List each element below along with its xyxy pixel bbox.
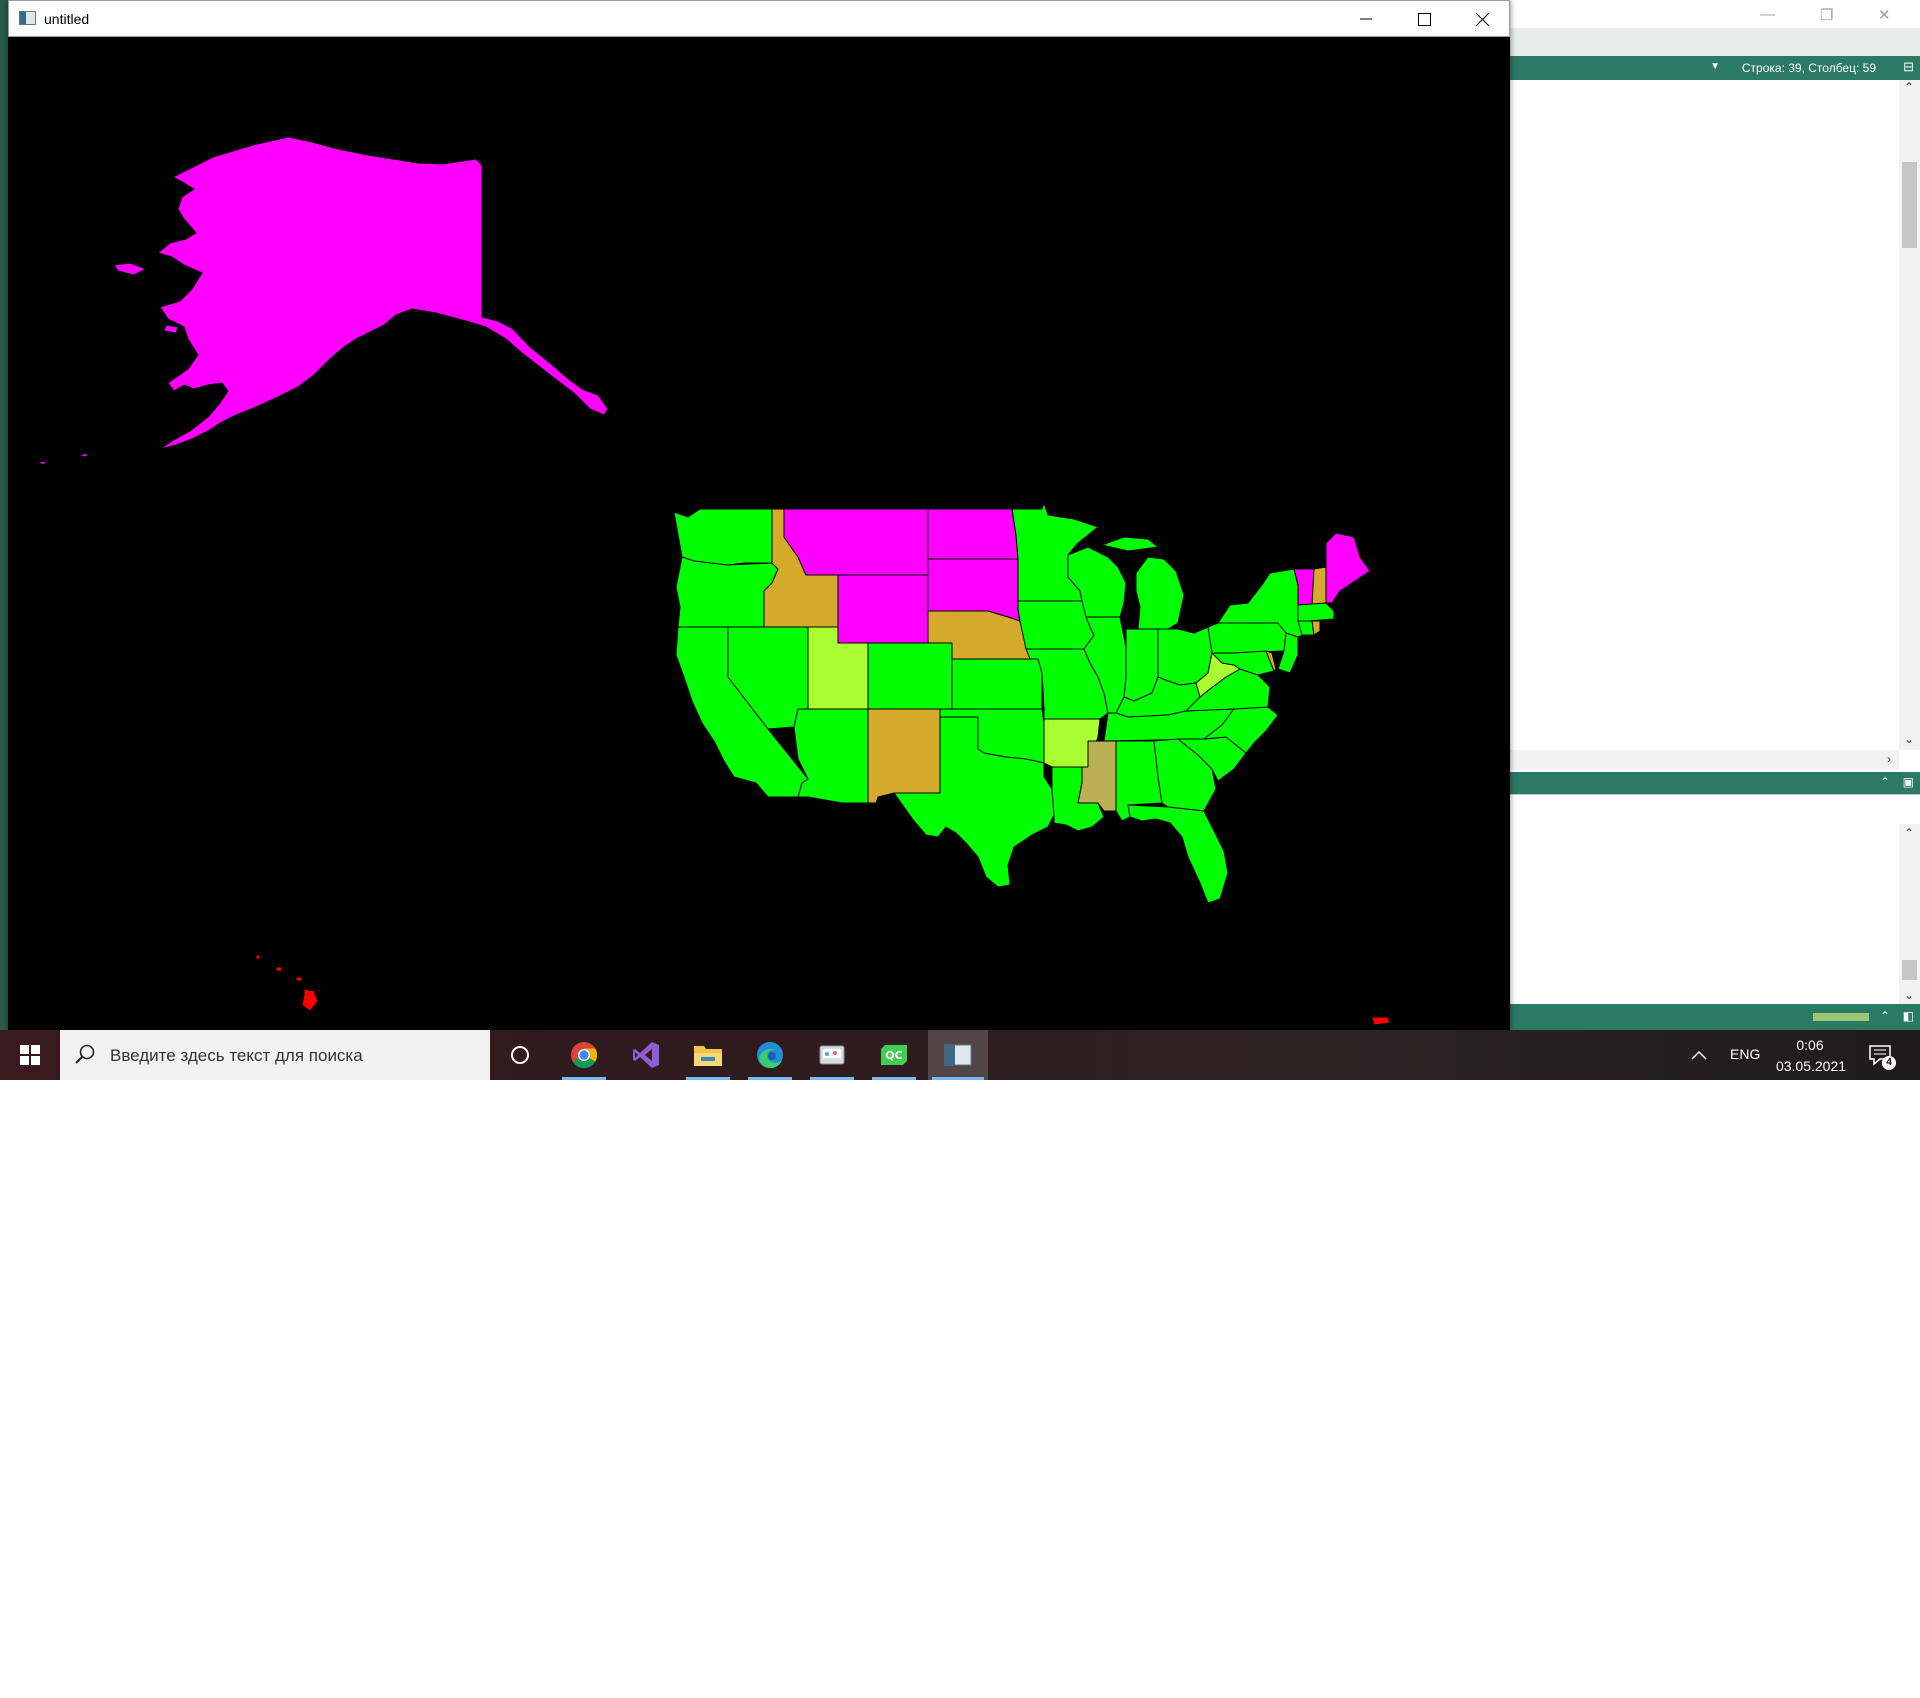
map-window-titlebar[interactable]: untitled — [8, 0, 1510, 37]
clock-date[interactable]: 03.05.2021 — [1772, 1058, 1850, 1074]
file-explorer-icon — [694, 1046, 722, 1066]
show-hidden-icons-icon[interactable] — [1690, 1046, 1708, 1064]
state-arizona[interactable] — [793, 708, 869, 804]
scroll-down-icon[interactable]: ⌄ — [1904, 988, 1914, 1002]
input-language[interactable]: ENG — [1730, 1046, 1760, 1062]
output-scrollbar[interactable]: ⌃ ⌄ — [1899, 824, 1920, 1004]
collapse-icon[interactable]: ⌃ — [1880, 1009, 1890, 1023]
output-panel-bar: ⌃ ▣ — [1510, 772, 1920, 794]
collapse-icon[interactable]: ⌃ — [1880, 775, 1890, 789]
search-icon — [75, 1044, 95, 1064]
editor-close-icon[interactable]: ✕ — [1878, 6, 1891, 24]
state-oregon[interactable] — [675, 556, 779, 628]
start-button[interactable] — [0, 1030, 60, 1080]
editor-status-bar: ▼ Строка: 39, Столбец: 59 ⊟ — [1510, 56, 1920, 80]
scroll-up-icon[interactable]: ⌃ — [1904, 826, 1914, 840]
state-pennsylvania[interactable] — [1207, 622, 1287, 654]
windows-logo-icon — [20, 1045, 40, 1065]
state-massachusetts[interactable] — [1297, 602, 1335, 622]
output-panel — [1510, 794, 1920, 1005]
editor-bottom-bar: ⌃ ◧ — [1510, 1004, 1920, 1030]
clock-time[interactable]: 0:06 — [1780, 1037, 1840, 1053]
notification-count-badge: 4 — [1882, 1056, 1896, 1070]
edge-icon — [757, 1042, 783, 1069]
search-placeholder: Введите здесь текст для поиска — [110, 1046, 363, 1065]
maximize-icon — [1417, 12, 1431, 26]
close-button[interactable] — [1453, 1, 1511, 37]
running-indicator — [932, 1077, 984, 1080]
state-iowa[interactable] — [1017, 600, 1095, 650]
state-north-dakota[interactable] — [927, 508, 1019, 560]
state-alaska[interactable] — [37, 136, 609, 466]
paint-icon — [819, 1045, 845, 1065]
state-maine[interactable] — [1325, 532, 1371, 604]
minimize-button[interactable] — [1337, 1, 1395, 37]
editor-horizontal-scrollbar[interactable]: › — [1510, 750, 1899, 770]
taskbar-app-file-explorer[interactable] — [682, 1030, 734, 1080]
app-window-icon[interactable] — [19, 11, 36, 25]
cursor-position[interactable]: Строка: 39, Столбец: 59 — [1742, 61, 1876, 75]
scroll-down-icon[interactable]: ⌄ — [1904, 732, 1914, 746]
state-wyoming[interactable] — [837, 574, 929, 644]
taskbar: Введите здесь текст для поиска QC ENG 0:… — [0, 1030, 1920, 1080]
running-indicator — [748, 1077, 792, 1080]
state-new-hampshire[interactable] — [1311, 566, 1327, 606]
taskbar-search-box[interactable]: Введите здесь текст для поиска — [60, 1030, 490, 1080]
taskbar-app-untitled[interactable] — [928, 1030, 988, 1080]
running-indicator — [686, 1077, 730, 1080]
maximize-button[interactable] — [1395, 1, 1453, 37]
scroll-right-icon[interactable]: › — [1887, 752, 1891, 766]
state-puerto-rico[interactable] — [1371, 1016, 1391, 1026]
running-indicator — [810, 1077, 854, 1080]
cortana-icon — [511, 1046, 529, 1064]
scroll-thumb[interactable] — [1902, 960, 1917, 980]
sidebar-toggle-icon[interactable]: ◧ — [1903, 1009, 1914, 1023]
visual-studio-icon — [633, 1042, 659, 1068]
progress-bar — [1813, 1013, 1869, 1021]
state-florida[interactable] — [1127, 804, 1229, 904]
dropdown-arrow-icon[interactable]: ▼ — [1710, 61, 1720, 72]
running-indicator — [872, 1077, 916, 1080]
qt-creator-label: QC — [885, 1049, 902, 1062]
state-hawaii[interactable] — [255, 954, 319, 1012]
untitled-app-icon — [944, 1044, 972, 1066]
taskbar-app-qt-creator[interactable]: QC — [868, 1030, 920, 1080]
action-center-button[interactable]: 4 — [1868, 1044, 1896, 1071]
editor-restore-icon[interactable]: ❐ — [1820, 6, 1833, 24]
close-icon — [1475, 12, 1489, 26]
split-icon[interactable]: ⊟ — [1903, 59, 1914, 75]
taskbar-app-edge[interactable] — [744, 1030, 796, 1080]
scroll-thumb[interactable] — [1902, 162, 1917, 248]
taskbar-app-paint[interactable] — [806, 1030, 858, 1080]
cortana-button[interactable] — [495, 1030, 545, 1080]
window-title: untitled — [44, 11, 90, 27]
panel-icon[interactable]: ▣ — [1903, 775, 1914, 789]
map-window: untitled — [8, 0, 1510, 1030]
taskbar-app-visual-studio[interactable] — [620, 1030, 672, 1080]
editor-titlebar: — ❐ ✕ — [1510, 0, 1920, 28]
us-states-map — [37, 136, 1391, 1026]
editor-vertical-scrollbar[interactable]: ⌃ ⌄ — [1899, 80, 1920, 750]
scroll-up-icon[interactable]: ⌃ — [1904, 80, 1914, 94]
state-montana[interactable] — [783, 508, 929, 576]
running-indicator — [562, 1077, 606, 1080]
chrome-icon — [571, 1042, 598, 1069]
editor-menu-strip — [1510, 28, 1920, 56]
qt-creator-icon: QC — [881, 1045, 907, 1065]
taskbar-app-chrome[interactable] — [558, 1030, 610, 1080]
state-washington[interactable] — [673, 508, 773, 566]
minimize-icon — [1360, 18, 1372, 20]
editor-minimize-icon[interactable]: — — [1760, 6, 1775, 23]
state-colorado[interactable] — [867, 642, 953, 710]
state-kansas[interactable] — [951, 658, 1043, 710]
state-rhode-island[interactable] — [1311, 620, 1321, 636]
state-new-mexico[interactable] — [867, 708, 941, 804]
desktop: — ❐ ✕ ▼ Строка: 39, Столбец: 59 ⊟ ⌃ ⌄ › … — [0, 0, 1920, 1080]
map-canvas[interactable] — [8, 37, 1510, 1030]
